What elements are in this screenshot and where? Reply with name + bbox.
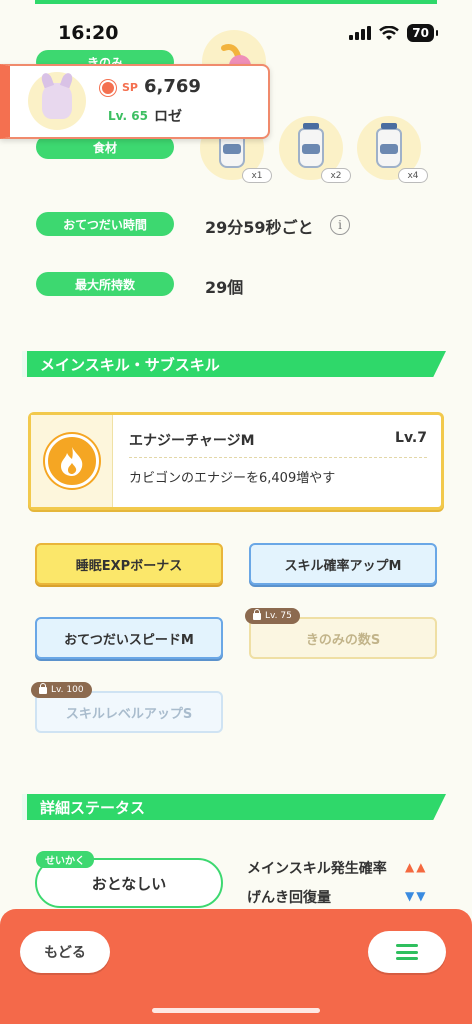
help-time-value: 29分59秒ごと: [205, 218, 314, 237]
detail-section-title: 詳細ステータス: [40, 798, 146, 817]
max-carry-value: 29個: [205, 278, 244, 297]
menu-button[interactable]: [368, 931, 446, 973]
main-skill-divider: [129, 457, 427, 458]
status-icons: 70: [349, 24, 438, 42]
status-time: 16:20: [58, 22, 119, 44]
nature-effect-up-label: メインスキル発生確率: [247, 861, 387, 877]
info-icon[interactable]: i: [330, 215, 350, 235]
help-time-label: おてつだい時間: [36, 212, 174, 236]
main-skill-level: Lv.7: [395, 430, 427, 446]
pokemon-name: ロゼ: [154, 109, 182, 125]
home-indicator[interactable]: [152, 1008, 320, 1013]
sp-label: SP: [122, 81, 138, 94]
skill-section-title: メインスキル・サブスキル: [40, 355, 220, 374]
milk-bottle-icon: [298, 123, 324, 168]
pokemon-summary-card[interactable]: SP 6,769 Lv. 65 ロゼ: [0, 64, 270, 139]
unlock-level: Lv. 100: [51, 685, 84, 695]
wifi-icon: [379, 25, 400, 40]
main-skill-description: カビゴンのエナジーを6,409増やす: [129, 471, 336, 486]
milk-bottle-icon: [376, 123, 402, 168]
back-button[interactable]: もどる: [20, 931, 110, 973]
signal-icon: [349, 26, 372, 40]
sp-value: 6,769: [144, 76, 201, 97]
sub-skill-helping-speed-m[interactable]: おてつだいスピードM: [35, 617, 223, 659]
bottom-bar: もどる: [0, 909, 472, 1024]
sp-icon: [100, 80, 116, 96]
down-arrows-icon: ▼▼: [405, 889, 428, 903]
sub-skill-lock-tag-75: Lv. 75: [245, 608, 300, 624]
lock-icon: [39, 682, 47, 694]
pokemon-avatar: [28, 72, 86, 130]
nature-effect-down-label: げんき回復量: [247, 890, 331, 906]
nature-tag: せいかく: [36, 851, 94, 868]
lock-icon: [253, 608, 261, 620]
pokemon-level: Lv. 65: [108, 109, 148, 123]
main-skill-card[interactable]: エナジーチャージM Lv.7 カビゴンのエナジーを6,409増やす: [28, 412, 444, 510]
hamburger-icon: [396, 944, 418, 960]
sub-skill-sleep-exp-bonus[interactable]: 睡眠EXPボーナス: [35, 543, 223, 585]
pokemon-sprite-icon: [42, 83, 72, 119]
sub-skill-skill-trigger-up-m[interactable]: スキル確率アップM: [249, 543, 437, 585]
battery-indicator: 70: [407, 24, 438, 42]
main-skill-icon-box: [31, 415, 113, 507]
max-carry-label: 最大所持数: [36, 272, 174, 296]
ingredient-2-qty: x2: [321, 168, 351, 183]
ingredient-1-qty: x1: [242, 168, 272, 183]
ingredient-3-qty: x4: [398, 168, 428, 183]
up-arrows-icon: ▲▲: [405, 860, 428, 874]
main-skill-name: エナジーチャージM: [129, 433, 255, 449]
flame-icon: [44, 434, 99, 488]
detail-section-header: 詳細ステータス: [22, 794, 446, 820]
sub-skill-lock-tag-100: Lv. 100: [31, 682, 92, 698]
unlock-level: Lv. 75: [265, 611, 292, 621]
skill-section-header: メインスキル・サブスキル: [22, 351, 446, 377]
